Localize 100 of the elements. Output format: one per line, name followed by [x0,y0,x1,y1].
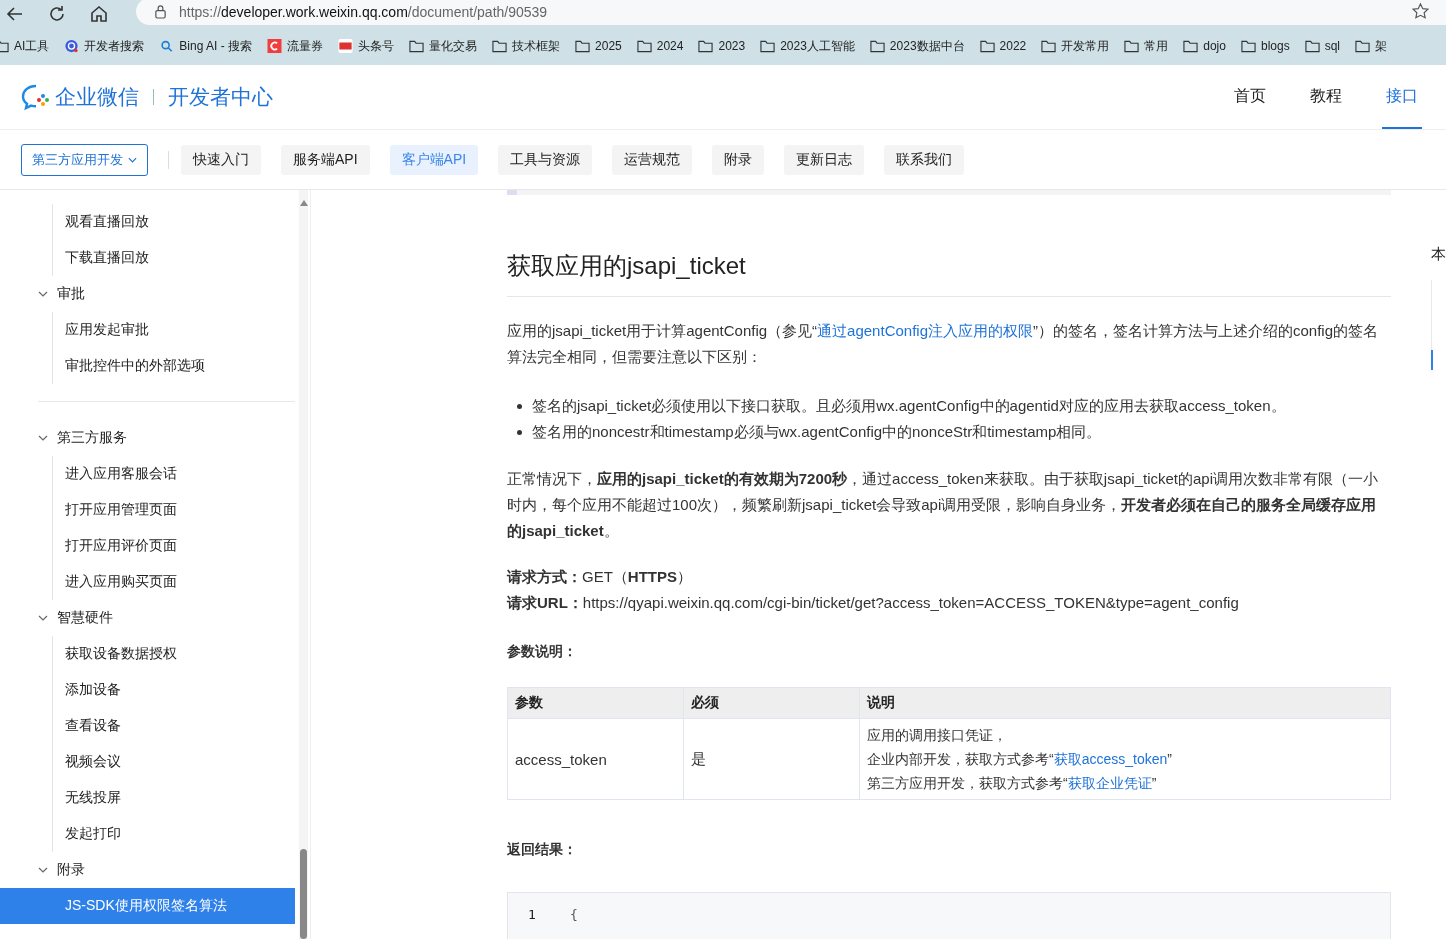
scrollbar-thumb[interactable] [300,849,307,939]
category-tab[interactable]: 快速入门 [181,144,261,175]
category-tab[interactable]: 工具与资源 [498,144,593,175]
section-label: 参数说明： [507,642,578,661]
brand-name[interactable]: 企业微信 [55,83,139,111]
category-tab[interactable]: 运营规范 [612,144,693,175]
nav-link[interactable]: 教程 [1306,65,1346,129]
group-label: 第三方服务 [57,429,127,447]
bullet-dot [517,429,522,435]
section-title[interactable]: 开发者中心 [168,83,273,111]
home-icon[interactable] [89,3,109,24]
group-label: 附录 [57,861,85,879]
description-line: 企业内部开发，获取方式参考“获取access_token” [867,750,1173,769]
bookmark[interactable]: 技术框架 [492,37,561,55]
group-label: 审批 [57,285,85,303]
tree-item[interactable]: 查看设备 [53,708,295,744]
bookmark[interactable]: 2023数据中台 [869,37,965,55]
link[interactable]: 获取access_token [1053,751,1168,767]
star-icon[interactable] [1411,2,1430,21]
folder-icon [492,39,508,53]
chevron-icon [38,867,48,873]
bullet-item: 签名用的noncestr和timestamp必须与wx.agentConfig中的nonceStr和timestamp相同。 [532,422,1102,442]
tree-group[interactable]: 审批 [0,276,295,312]
table-cell: 是 [683,718,860,800]
nav-link[interactable]: 首页 [1230,65,1270,129]
reload-icon[interactable] [47,3,67,24]
code-line: { [570,907,578,922]
bookmark[interactable]: dojo [1183,39,1226,53]
caret-icon [128,156,137,163]
bookmark[interactable]: 架 [1355,37,1387,55]
request-url: 请求URL：https://qyapi.weixin.qq.com/cgi-bin/ticket/get?access_token=ACCESS_TOKEN&type=agent_config [507,593,1240,613]
bookmark[interactable]: 2023人工智能 [760,37,855,55]
tree-item[interactable]: 获取设备数据授权 [53,636,295,672]
nav-link[interactable]: 接口 [1382,65,1422,129]
address-bar[interactable]: https://developer.work.weixin.qq.com/document/path/90539 [136,0,1446,25]
tree-item[interactable]: 应用发起审批 [53,312,295,348]
description-line: 第三方应用开发，获取方式参考“获取企业凭证” [867,774,1158,793]
tree-item[interactable]: 视频会议 [53,744,295,780]
folder-icon [409,39,425,53]
bookmark[interactable]: 开发常用 [1041,37,1110,55]
column-header: 参数 [507,687,684,719]
bookmark[interactable]: sql [1304,39,1340,53]
category-tab[interactable]: 附录 [712,144,765,175]
bookmark[interactable]: 2025 [575,39,622,53]
bookmark[interactable]: 2023 [698,39,746,53]
tree-item[interactable]: 审批控件中的外部选项 [53,348,295,384]
group-label: 智慧硬件 [57,609,113,627]
bullet-item: 签名的jsapi_ticket必须使用以下接口获取。且必须用wx.agentConfig中的agentid对应的应用去获取access_token。 [532,396,1286,416]
tree-group[interactable]: 智慧硬件 [0,600,295,636]
tree-group[interactable]: 第三方服务 [0,420,295,456]
chevron-icon [38,615,48,621]
toc-heading: 本 [1431,245,1446,264]
link[interactable]: 获取企业凭证 [1067,775,1152,791]
folder-icon [979,39,995,53]
folder-icon [1041,39,1057,53]
folder-icon [1304,39,1320,53]
tree-item[interactable]: 进入应用购买页面 [53,564,295,600]
paragraph: 应用的jsapi_ticket用于计算agentConfig（参见“通过agentConfig注入应用的权限”）的签名，签名计算方法与上述介绍的config的签名算法完全相同，但需要注意以下区别： [507,321,1380,367]
folder-icon [1124,39,1140,53]
tree-item[interactable]: 下载直播回放 [53,240,295,276]
bookmark[interactable]: 2022 [979,39,1027,53]
tree-item[interactable]: 打开应用管理页面 [53,492,295,528]
tree-item[interactable]: 观看直播回放 [53,204,295,240]
tree-item[interactable]: 打开应用评价页面 [53,528,295,564]
folder-icon [760,39,776,53]
tree-item[interactable]: JS-SDK使用权限签名算法 [0,888,295,924]
bookmark[interactable]: AI工具 [0,37,50,55]
category-dropdown[interactable]: 第三方应用开发 [21,143,148,176]
bookmark[interactable]: 头条号 [338,37,395,55]
chevron-icon [38,435,48,441]
tree-item[interactable]: 发起打印 [53,816,295,852]
folder-icon [1240,39,1256,53]
folder-icon [698,39,714,53]
bookmark[interactable]: 开发者搜索 [64,37,145,55]
target-icon [64,39,80,53]
bookmark[interactable]: blogs [1240,39,1290,53]
category-tab[interactable]: 联系我们 [884,144,965,175]
scroll-up-icon[interactable] [300,200,308,206]
link[interactable]: 通过agentConfig注入应用的权限 [817,322,1033,339]
tree-group[interactable]: 附录 [0,852,295,888]
bookmark[interactable]: 常用 [1124,37,1169,55]
folder-icon [869,39,885,53]
tree-item[interactable]: 添加设备 [53,672,295,708]
folder-icon [1183,39,1199,53]
tree-item[interactable]: 无线投屏 [53,780,295,816]
bookmark[interactable]: 量化交易 [409,37,478,55]
bookmark[interactable]: Bing AI - 搜索 [159,37,253,55]
category-tab[interactable]: 更新日志 [784,144,865,175]
tree-item[interactable]: 进入应用客服会话 [53,456,295,492]
description-line: 应用的调用接口凭证， [867,726,1008,745]
bookmark[interactable]: 流量券 [267,37,324,55]
search-icon [159,39,175,53]
column-header: 必须 [683,687,860,719]
category-tab[interactable]: 服务端API [281,144,370,175]
lock-icon [154,4,167,19]
url-text: https://developer.work.weixin.qq.com/document/path/90539 [179,3,548,20]
line-number: 1 [528,907,537,922]
column-header: 说明 [859,687,1391,719]
bookmark[interactable]: 2024 [636,39,684,53]
section-label: 返回结果： [507,840,578,859]
